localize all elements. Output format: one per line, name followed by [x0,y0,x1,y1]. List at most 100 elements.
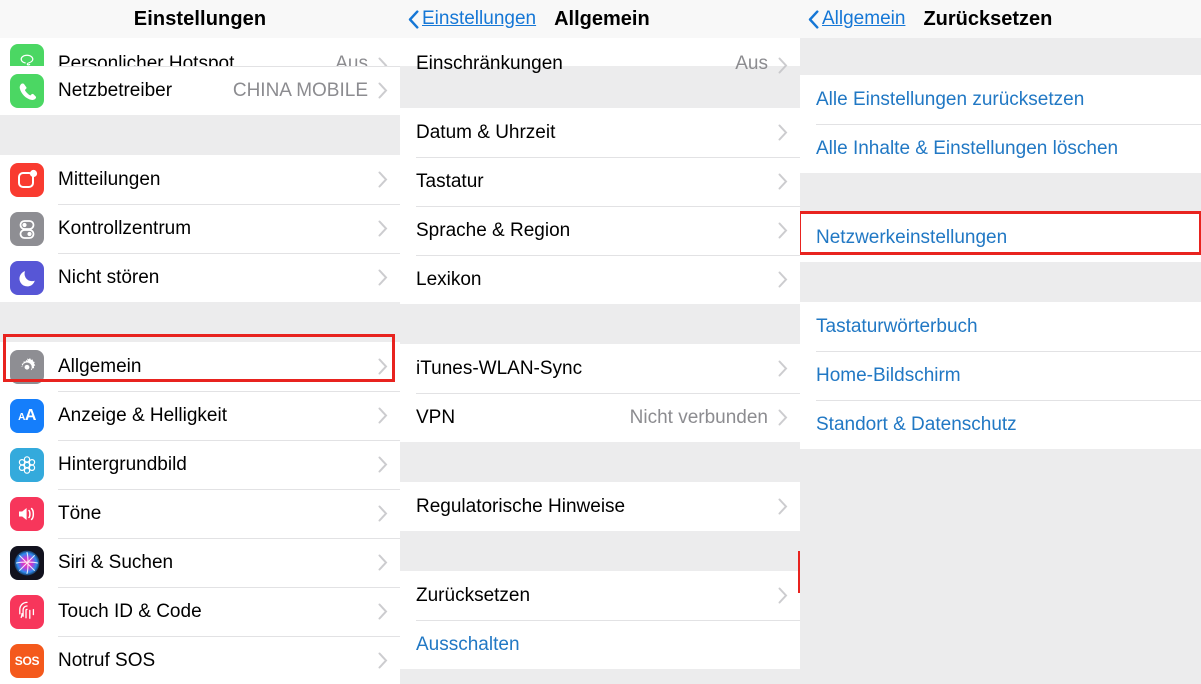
navbar-general: Einstellungen Allgemein [400,0,800,38]
page-title: Zurücksetzen [923,7,1053,30]
list-item-shutdown[interactable]: Ausschalten [400,620,800,669]
list-item-reset-keyboard-dictionary[interactable]: Tastaturwörterbuch [800,302,1201,351]
list-group-reset-all: Alle Einstellungen zurücksetzen Alle Inh… [800,75,1201,173]
list-item-reset-network-settings[interactable]: Netzwerkeinstellungen [800,213,1201,262]
list-item-notifications[interactable]: Mitteilungen [0,155,400,204]
list-group-reset-shutdown: Zurücksetzen Ausschalten [400,571,800,669]
chevron-right-icon [378,456,388,473]
chevron-right-icon [378,220,388,237]
back-button-settings[interactable]: Einstellungen [408,8,536,30]
list-item-label: Standort & Datenschutz [816,413,1017,435]
group-separator [400,669,800,684]
list-item-vpn[interactable]: VPN Nicht verbunden [400,393,800,442]
list-item-label: Alle Einstellungen zurücksetzen [816,88,1085,110]
chevron-right-icon [778,409,788,426]
back-button-label: Allgemein [822,8,906,29]
list-group-connectivity: Personlicher Hotspot Aus Netzbetreiber C… [0,38,400,115]
list-item-siri-search[interactable]: Siri & Suchen [0,538,400,587]
chevron-right-icon [378,407,388,424]
list-group-localization: Datum & Uhrzeit Tastatur Sprache & Regio… [400,108,800,304]
sos-glyph: SOS [14,653,40,668]
list-item-reset-home-screen[interactable]: Home-Bildschirm [800,351,1201,400]
list-item-label: Hintergrundbild [58,453,187,475]
chevron-right-icon [778,498,788,515]
chevron-right-icon [778,587,788,604]
list-group-notifications: Mitteilungen Kontrollzentrum Nicht störe… [0,155,400,302]
group-separator [0,302,400,342]
panel-settings-root: Einstellungen Personlicher Hotspot Aus N… [0,0,400,684]
list-item-label: VPN [416,406,456,428]
chevron-right-icon [778,173,788,190]
list-item-label: iTunes-WLAN-Sync [416,357,583,379]
panel-general: Einstellungen Allgemein Einschränkungen … [400,0,800,684]
list-item-label: Tastaturwörterbuch [816,315,978,337]
group-separator [800,173,1201,213]
aa-glyph: AA [18,406,36,424]
list-item-label: Datum & Uhrzeit [416,121,556,143]
list-item-restrictions[interactable]: Einschränkungen Aus [400,38,800,74]
list-item-value: CHINA MOBILE [232,79,368,101]
list-item-reset[interactable]: Zurücksetzen [400,571,800,620]
panel-reset: Allgemein Zurücksetzen Alle Einstellunge… [800,0,1201,684]
list-item-dictionary[interactable]: Lexikon [400,255,800,304]
list-item-value: Nicht verbunden [629,406,768,428]
list-group-clipped: Einschränkungen Aus [400,38,800,74]
chevron-left-icon [808,9,819,29]
sos-icon: SOS [10,643,44,678]
page-title: Einstellungen [133,7,267,30]
list-item-label: Lexikon [416,268,482,290]
list-item-itunes-wifi-sync[interactable]: iTunes-WLAN-Sync [400,344,800,393]
chevron-right-icon [778,271,788,288]
list-item-label: Home-Bildschirm [816,364,961,386]
list-item-date-time[interactable]: Datum & Uhrzeit [400,108,800,157]
list-item-personal-hotspot[interactable]: Personlicher Hotspot Aus [0,38,400,78]
list-item-label: Sprache & Region [416,219,571,241]
list-item-reset-all-settings[interactable]: Alle Einstellungen zurücksetzen [800,75,1201,124]
chevron-right-icon [778,57,788,74]
list-item-sounds[interactable]: Töne [0,489,400,538]
group-separator [400,442,800,482]
list-item-label: Mitteilungen [58,168,161,190]
sounds-icon [10,496,44,531]
phone-icon [10,73,44,108]
list-item-general[interactable]: Allgemein [0,342,400,391]
bottom-filler [800,449,1201,684]
chevron-right-icon [378,269,388,286]
do-not-disturb-icon [10,260,44,295]
navbar-settings: Einstellungen [0,0,400,38]
chevron-right-icon [778,222,788,239]
group-separator [800,262,1201,302]
list-item-reset-location-privacy[interactable]: Standort & Datenschutz [800,400,1201,449]
list-item-label: Touch ID & Code [58,600,202,622]
chevron-right-icon [378,505,388,522]
list-item-carrier[interactable]: Netzbetreiber CHINA MOBILE [0,66,400,115]
list-item-touch-id-passcode[interactable]: Touch ID & Code [0,587,400,636]
list-item-control-center[interactable]: Kontrollzentrum [0,204,400,253]
list-item-wallpaper[interactable]: Hintergrundbild [0,440,400,489]
list-item-label: Allgemein [58,355,142,377]
list-item-erase-all-content[interactable]: Alle Inhalte & Einstellungen löschen [800,124,1201,173]
page-title: Allgemein [554,7,650,30]
list-group-legal: Regulatorische Hinweise [400,482,800,531]
wallpaper-icon [10,447,44,482]
list-item-label: Tastatur [416,170,484,192]
chevron-right-icon [378,652,388,669]
list-item-regulatory[interactable]: Regulatorische Hinweise [400,482,800,531]
back-button-general[interactable]: Allgemein [808,8,905,30]
list-item-label: Kontrollzentrum [58,217,192,239]
chevron-right-icon [378,554,388,571]
group-separator [400,304,800,344]
three-panel-ios-settings-screenshot: Einstellungen Personlicher Hotspot Aus N… [0,0,1201,684]
list-item-label: Alle Inhalte & Einstellungen löschen [816,137,1119,159]
chevron-right-icon [778,360,788,377]
list-item-keyboard[interactable]: Tastatur [400,157,800,206]
gear-icon [10,349,44,384]
list-item-language-region[interactable]: Sprache & Region [400,206,800,255]
control-center-icon [10,211,44,246]
list-item-label: Netzbetreiber [58,79,173,101]
list-item-emergency-sos[interactable]: SOS Notruf SOS [0,636,400,684]
group-separator [0,115,400,155]
list-item-display-brightness[interactable]: AA Anzeige & Helligkeit [0,391,400,440]
chevron-right-icon [378,82,388,99]
list-item-do-not-disturb[interactable]: Nicht stören [0,253,400,302]
